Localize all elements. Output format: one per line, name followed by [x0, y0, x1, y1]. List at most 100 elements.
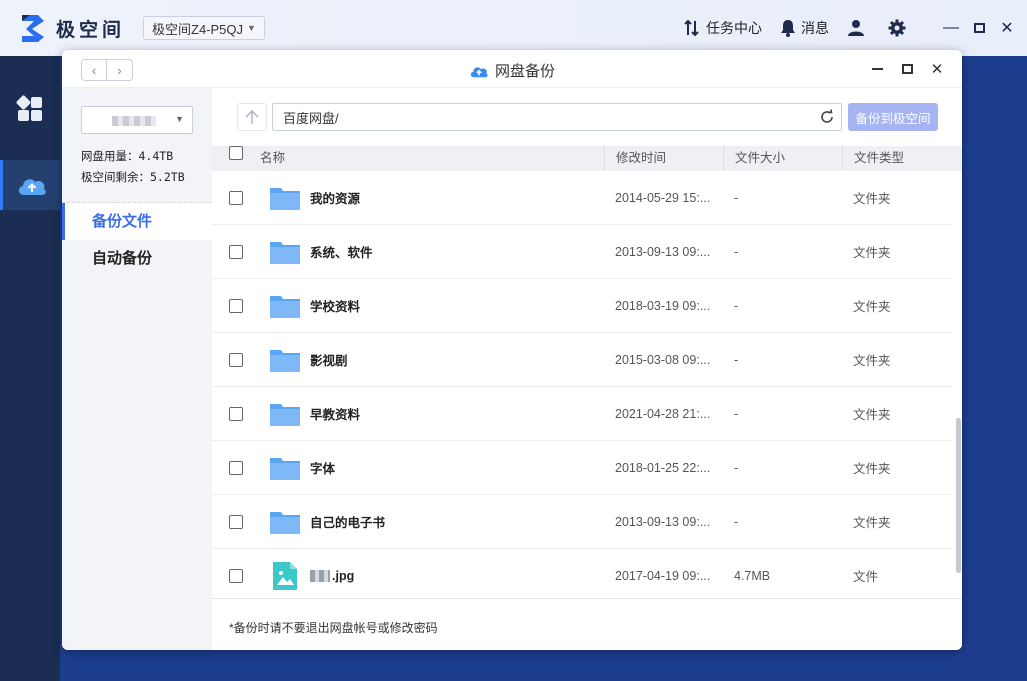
apps-grid-button[interactable] [0, 84, 60, 134]
path-input[interactable]: 百度网盘/ [272, 103, 842, 131]
folder-icon [270, 403, 300, 426]
minimize-app-button[interactable]: — [937, 14, 965, 42]
file-modified: 2018-01-25 22:... [615, 460, 711, 475]
folder-icon [270, 187, 300, 210]
row-checkbox[interactable] [229, 568, 243, 583]
table-row[interactable]: 我的资源 2014-05-29 15:... - 文件夹 [212, 171, 952, 225]
footer: *备份时请不要退出网盘帐号或修改密码 [212, 598, 962, 650]
file-modified: 2013-09-13 09:... [615, 514, 711, 529]
top-bar: 极空间 极空间Z4-P5QJ ▼ 任务中心 消息 — ✕ [0, 0, 1027, 56]
apps-grid-icon [16, 95, 42, 121]
header-name[interactable]: 名称 [260, 146, 604, 171]
maximize-window-button[interactable] [892, 56, 922, 82]
header-type[interactable]: 文件类型 [842, 146, 962, 171]
table-row[interactable]: 学校资料 2018-03-19 09:... - 文件夹 [212, 279, 952, 333]
row-checkbox[interactable] [229, 514, 243, 529]
file-size: - [734, 514, 739, 529]
header-size[interactable]: 文件大小 [723, 146, 842, 171]
task-transfer-icon [684, 19, 699, 37]
messages-label: 消息 [801, 20, 829, 36]
file-name: 系统、软件 [310, 246, 373, 260]
table-row[interactable]: 影视剧 2015-03-08 09:... - 文件夹 [212, 333, 952, 387]
backup-to-nas-button[interactable]: 备份到极空间 [848, 103, 938, 131]
cloud-upload-icon [18, 179, 46, 195]
file-size: - [734, 190, 739, 205]
table-row[interactable]: 系统、软件 2013-09-13 09:... - 文件夹 [212, 225, 952, 279]
file-modified: 2013-09-13 09:... [615, 244, 711, 259]
folder-icon [270, 511, 300, 534]
path-text: 百度网盘/ [283, 110, 339, 126]
minimize-window-button[interactable] [862, 56, 892, 82]
minimize-icon [871, 68, 883, 70]
image-file-icon [273, 561, 297, 590]
close-icon: ✕ [1000, 20, 1014, 37]
table-row[interactable]: 早教资料 2021-04-28 21:... - 文件夹 [212, 387, 952, 441]
table-row[interactable]: .jpg 2017-04-19 09:... 4.7MB 文件 [212, 549, 952, 598]
close-app-button[interactable]: ✕ [993, 14, 1021, 42]
file-list-scrollbar[interactable] [956, 418, 961, 573]
cloud-usage: 网盘用量：4.4TB [81, 149, 174, 163]
folder-icon [270, 349, 300, 372]
up-directory-button[interactable] [237, 103, 267, 131]
cloud-backup-app-button[interactable] [0, 160, 60, 210]
window-header: ‹ › 网盘备份 ✕ [62, 50, 962, 88]
device-select[interactable]: 极空间Z4-P5QJ ▼ [143, 16, 265, 40]
row-checkbox[interactable] [229, 298, 243, 313]
header-modified[interactable]: 修改时间 [604, 146, 723, 171]
file-modified: 2014-05-29 15:... [615, 190, 711, 205]
gear-icon [888, 19, 906, 37]
masked-account-name [112, 116, 156, 126]
folder-icon [270, 295, 300, 318]
app-logo-icon [22, 15, 44, 42]
table-row[interactable]: 自己的电子书 2013-09-13 09:... - 文件夹 [212, 495, 952, 549]
file-name: 影视剧 [310, 354, 348, 368]
file-size: - [734, 298, 739, 313]
backup-sidebar: ▼ 网盘用量：4.4TB 极空间剩余：5.2TB 备份文件 自动备份 [62, 88, 212, 650]
device-name: 极空间Z4-P5QJ [152, 21, 244, 37]
row-checkbox[interactable] [229, 406, 243, 421]
refresh-icon[interactable] [819, 109, 835, 125]
file-modified: 2017-04-19 09:... [615, 568, 711, 583]
menu-item-backup-files[interactable]: 备份文件 [62, 203, 212, 240]
file-size: - [734, 244, 739, 259]
chevron-down-icon: ▼ [175, 114, 184, 124]
file-size: - [734, 460, 739, 475]
cloud-upload-icon [470, 66, 488, 77]
settings-button[interactable] [888, 19, 911, 37]
file-name: 自己的电子书 [310, 516, 386, 530]
file-type: 文件夹 [853, 408, 891, 422]
select-all-checkbox[interactable] [229, 146, 243, 160]
file-size: - [734, 352, 739, 367]
row-checkbox[interactable] [229, 352, 243, 367]
path-toolbar: 百度网盘/ 备份到极空间 [237, 103, 938, 131]
file-type: 文件夹 [853, 246, 891, 260]
file-size: 4.7MB [734, 568, 771, 583]
row-checkbox[interactable] [229, 460, 243, 475]
maximize-app-button[interactable] [965, 14, 993, 42]
file-type: 文件 [853, 570, 879, 584]
messages-button[interactable]: 消息 [780, 18, 829, 38]
file-type: 文件夹 [853, 516, 891, 530]
user-button[interactable] [847, 19, 870, 37]
chevron-down-icon: ▼ [247, 23, 256, 33]
file-type: 文件夹 [853, 300, 891, 314]
user-icon [848, 20, 864, 36]
account-select[interactable]: ▼ [81, 106, 193, 134]
table-row[interactable]: 字体 2018-01-25 22:... - 文件夹 [212, 441, 952, 495]
close-window-button[interactable]: ✕ [922, 56, 952, 82]
task-center-button[interactable]: 任务中心 [683, 18, 762, 38]
file-type: 文件夹 [853, 462, 891, 476]
arrow-up-icon [245, 109, 259, 124]
backup-notice: *备份时请不要退出网盘帐号或修改密码 [229, 621, 438, 635]
menu-item-auto-backup[interactable]: 自动备份 [62, 240, 212, 277]
backup-menu: 备份文件 自动备份 [62, 203, 212, 277]
app-sidebar [0, 56, 60, 681]
window-title: 网盘备份 [62, 60, 962, 81]
file-size: - [734, 406, 739, 421]
window-title-text: 网盘备份 [494, 63, 555, 80]
backup-window: ‹ › 网盘备份 ✕ ▼ 网盘用量：4.4TB 极空间剩余：5.2TB 备份文件… [62, 50, 962, 650]
row-checkbox[interactable] [229, 244, 243, 259]
row-checkbox[interactable] [229, 190, 243, 205]
app-name: 极空间 [56, 19, 126, 41]
task-center-label: 任务中心 [706, 20, 762, 36]
